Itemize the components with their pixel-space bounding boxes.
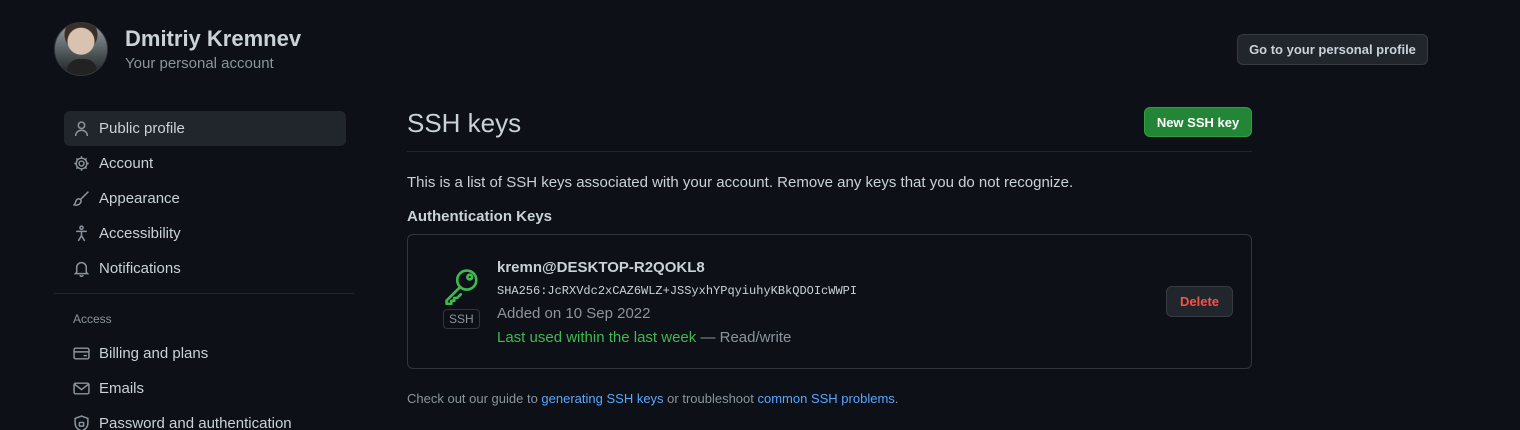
sidebar-divider (54, 293, 354, 294)
key-icon (445, 269, 478, 305)
help-note: Check out our guide to generating SSH ke… (407, 390, 1252, 408)
go-to-profile-button[interactable]: Go to your personal profile (1237, 34, 1428, 65)
main-content: SSH keys New SSH key This is a list of S… (407, 107, 1252, 408)
sidebar-item-label: Billing and plans (99, 345, 209, 362)
sidebar-item-label: Accessibility (99, 225, 181, 242)
ssh-key-card: SSH kremn@DESKTOP-R2QOKL8 SHA256:JcRXVdc… (407, 234, 1252, 369)
intro-text: This is a list of SSH keys associated wi… (407, 174, 1074, 191)
avatar[interactable] (54, 22, 108, 76)
key-title: kremn@DESKTOP-R2QOKL8 (497, 259, 705, 276)
sidebar-item-label: Password and authentication (99, 415, 292, 430)
key-last-used: Last used within the last week (497, 329, 697, 346)
sidebar-item-password[interactable]: Password and authentication (64, 406, 346, 430)
new-ssh-key-button[interactable]: New SSH key (1144, 107, 1252, 137)
settings-sidebar: Public profile Account Appearance Access… (54, 111, 354, 430)
sidebar-item-label: Appearance (99, 190, 180, 207)
ssh-type-badge: SSH (443, 309, 480, 329)
sidebar-item-notifications[interactable]: Notifications (64, 251, 346, 286)
sidebar-item-account[interactable]: Account (64, 146, 346, 181)
sidebar-item-label: Public profile (99, 120, 185, 137)
key-fingerprint: SHA256:JcRXVdc2xCAZ6WLZ+JSSyxhYPqyiuhyKB… (497, 284, 858, 298)
sidebar-item-accessibility[interactable]: Accessibility (64, 216, 346, 251)
help-middle: or troubleshoot (663, 391, 758, 406)
account-subtitle: Your personal account (125, 54, 274, 72)
sidebar-item-emails[interactable]: Emails (64, 371, 346, 406)
help-prefix: Check out our guide to (407, 391, 542, 406)
sidebar-item-label: Notifications (99, 260, 181, 277)
paintbrush-icon (73, 191, 89, 206)
section-title: Authentication Keys (407, 208, 553, 225)
key-added-date: Added on 10 Sep 2022 (497, 305, 651, 322)
user-name[interactable]: Dmitriy Kremnev (125, 25, 301, 53)
shield-lock-icon (74, 415, 89, 430)
settings-page: Dmitriy Kremnev Your personal account Go… (0, 0, 1520, 430)
bell-icon (73, 261, 90, 277)
sidebar-item-label: Account (99, 155, 154, 172)
mail-icon (73, 382, 90, 395)
user-text: Dmitriy Kremnev Your personal account (125, 25, 301, 74)
key-icon-wrap: SSH (443, 267, 480, 329)
sidebar-item-public-profile[interactable]: Public profile (64, 111, 346, 146)
user-header: Dmitriy Kremnev Your personal account (54, 22, 301, 76)
delete-key-button[interactable]: Delete (1166, 286, 1233, 317)
gear-icon (74, 156, 89, 171)
common-ssh-problems-link[interactable]: common SSH problems (758, 391, 895, 406)
person-icon (74, 121, 89, 137)
page-title: SSH keys (407, 108, 522, 138)
help-suffix: . (894, 391, 899, 406)
sidebar-item-label: Emails (99, 380, 145, 397)
key-info: kremn@DESKTOP-R2QOKL8 SHA256:JcRXVdc2xCA… (497, 259, 857, 348)
sidebar-item-billing[interactable]: Billing and plans (64, 336, 346, 371)
accessibility-icon (76, 225, 87, 242)
page-header: SSH keys New SSH key (407, 107, 1252, 152)
credit-card-icon (73, 347, 90, 360)
sidebar-item-appearance[interactable]: Appearance (64, 181, 346, 216)
generating-ssh-keys-link[interactable]: generating SSH keys (541, 391, 663, 406)
sidebar-heading-access: Access (73, 312, 112, 326)
key-access-level: — Read/write (696, 329, 792, 346)
key-usage: Last used within the last week — Read/wr… (497, 328, 857, 348)
